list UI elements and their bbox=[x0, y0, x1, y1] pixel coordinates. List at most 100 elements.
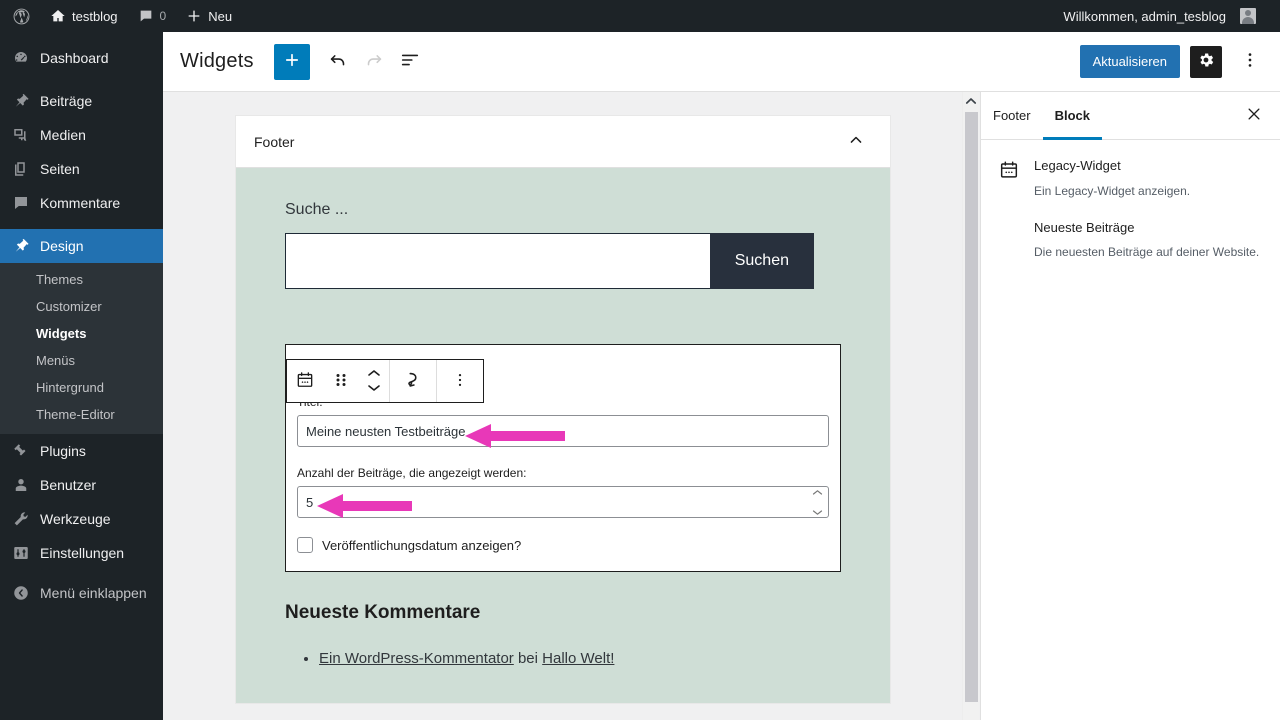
widget-area-collapse-button[interactable] bbox=[840, 124, 872, 159]
scrollbar-up-button[interactable] bbox=[963, 92, 979, 109]
plus-icon bbox=[282, 50, 302, 73]
admin-bar-my-account[interactable]: Willkommen, admin_tesblog bbox=[1053, 0, 1266, 32]
sidebar-submenu-appearance: Themes Customizer Widgets Menüs Hintergr… bbox=[0, 263, 163, 434]
block-mover bbox=[359, 360, 389, 402]
scrollbar-thumb[interactable] bbox=[965, 112, 978, 702]
appearance-brush-icon bbox=[11, 236, 31, 256]
comment-author-link[interactable]: Ein WordPress-Kommentator bbox=[319, 650, 514, 667]
sidebar-item-tools[interactable]: Werkzeuge bbox=[0, 502, 163, 536]
admin-bar-site-name[interactable]: testblog bbox=[40, 0, 128, 32]
swap-arrow-icon bbox=[402, 369, 424, 394]
block-options-button[interactable] bbox=[437, 360, 483, 402]
page-title: Widgets bbox=[180, 50, 254, 72]
sidebar-item-dashboard[interactable]: Dashboard bbox=[0, 41, 163, 75]
sidebar-item-settings[interactable]: Einstellungen bbox=[0, 536, 163, 570]
settings-sliders-icon bbox=[11, 543, 31, 563]
undo-arrow-icon bbox=[327, 49, 349, 74]
chevron-up-icon bbox=[846, 136, 866, 153]
sidebar-subitem-widgets[interactable]: Widgets bbox=[0, 320, 163, 347]
search-block-row: Suchen bbox=[285, 233, 814, 289]
wrench-icon bbox=[11, 509, 31, 529]
comment-bubble-icon bbox=[138, 8, 154, 24]
close-icon bbox=[1245, 105, 1263, 126]
list-view-button[interactable] bbox=[392, 44, 428, 80]
close-inspector-button[interactable] bbox=[1236, 92, 1272, 139]
comment-connector: bei bbox=[517, 650, 538, 667]
sidebar-item-plugins[interactable]: Plugins bbox=[0, 434, 163, 468]
legacy-widget-count-label: Anzahl der Beiträge, die angezeigt werde… bbox=[297, 466, 527, 480]
gear-icon bbox=[1197, 51, 1215, 72]
legacy-widget-calendar-icon bbox=[295, 370, 315, 393]
search-submit-button[interactable]: Suchen bbox=[709, 233, 814, 289]
recent-comments-block[interactable]: Neueste Kommentare Ein WordPress-Komment… bbox=[285, 602, 841, 671]
sidebar-item-plugins-label: Plugins bbox=[40, 443, 86, 459]
widget-area-footer: Footer Suche ... Suchen Meine neusten Te… bbox=[235, 115, 891, 704]
pin-icon bbox=[11, 91, 31, 111]
comment-post-link[interactable]: Hallo Welt! bbox=[542, 650, 614, 667]
sidebar-item-pages[interactable]: Seiten bbox=[0, 152, 163, 186]
inspector-block-name: Legacy-Widget bbox=[1034, 158, 1121, 173]
admin-bar-comments[interactable]: 0 bbox=[128, 0, 177, 32]
collapse-arrow-icon bbox=[11, 583, 31, 603]
sidebar-subitem-menus[interactable]: Menüs bbox=[0, 347, 163, 374]
sidebar-separator-1 bbox=[0, 75, 163, 84]
sidebar-subitem-background[interactable]: Hintergrund bbox=[0, 374, 163, 401]
tab-footer[interactable]: Footer bbox=[981, 93, 1043, 140]
admin-bar-new[interactable]: Neu bbox=[176, 0, 242, 32]
search-block[interactable]: Suche ... Suchen bbox=[236, 201, 890, 289]
inspector-tabs: Footer Block bbox=[981, 92, 1280, 140]
canvas-scrollbar[interactable] bbox=[962, 92, 979, 720]
sidebar-item-comments-label: Kommentare bbox=[40, 195, 121, 211]
list-item: Ein WordPress-Kommentator bei Hallo Welt… bbox=[319, 648, 841, 671]
tab-block[interactable]: Block bbox=[1042, 93, 1102, 140]
move-block-down-button[interactable] bbox=[367, 382, 381, 396]
widget-area-header[interactable]: Footer bbox=[236, 116, 890, 168]
inspector-widget-description: Die neuesten Beiträge auf deiner Website… bbox=[1034, 245, 1260, 259]
admin-bar: testblog 0 Neu Willkommen, admin_tesblog bbox=[0, 0, 1280, 32]
sidebar-collapse-menu-button[interactable]: Menü einklappen bbox=[0, 576, 163, 610]
redo-button[interactable] bbox=[356, 44, 392, 80]
sidebar-item-appearance-label: Design bbox=[40, 238, 84, 254]
sidebar-item-media[interactable]: Medien bbox=[0, 118, 163, 152]
sidebar-subitem-customizer[interactable]: Customizer bbox=[0, 293, 163, 320]
sidebar-item-pages-label: Seiten bbox=[40, 161, 80, 177]
sidebar-separator-2 bbox=[0, 220, 163, 229]
sidebar-item-posts[interactable]: Beiträge bbox=[0, 84, 163, 118]
settings-button[interactable] bbox=[1190, 45, 1222, 78]
sidebar-item-dashboard-label: Dashboard bbox=[40, 50, 109, 66]
block-drag-handle[interactable] bbox=[323, 360, 359, 402]
undo-button[interactable] bbox=[320, 44, 356, 80]
wordpress-logo-icon bbox=[12, 7, 31, 26]
more-vertical-icon bbox=[451, 371, 469, 392]
legacy-widget-count-input[interactable] bbox=[297, 486, 829, 518]
add-block-button[interactable] bbox=[273, 43, 310, 80]
more-options-button[interactable] bbox=[1232, 44, 1268, 80]
legacy-widget-title-input[interactable] bbox=[297, 415, 829, 447]
legacy-widget-show-date-checkbox[interactable] bbox=[297, 537, 313, 553]
sidebar-subitem-themes[interactable]: Themes bbox=[0, 266, 163, 293]
transform-block-button[interactable] bbox=[390, 360, 436, 402]
editor-header-actions: Aktualisieren bbox=[1079, 44, 1268, 80]
move-block-up-button[interactable] bbox=[367, 367, 381, 381]
avatar bbox=[1240, 8, 1256, 24]
media-icon bbox=[11, 125, 31, 145]
admin-bar-site-name-label: testblog bbox=[72, 8, 118, 24]
inspector-block-texts: Legacy-Widget Ein Legacy-Widget anzeigen… bbox=[1034, 156, 1264, 262]
editor-canvas: Footer Suche ... Suchen Meine neusten Te… bbox=[163, 92, 980, 720]
admin-bar-wp-logo[interactable] bbox=[0, 0, 40, 32]
legacy-widget-show-date-label: Veröffentlichungsdatum anzeigen? bbox=[322, 537, 522, 553]
update-button[interactable]: Aktualisieren bbox=[1079, 45, 1180, 78]
sidebar-subitem-theme-editor[interactable]: Theme-Editor bbox=[0, 401, 163, 428]
sidebar-item-users[interactable]: Benutzer bbox=[0, 468, 163, 502]
wordpress-widgets-screen: testblog 0 Neu Willkommen, admin_tesblog… bbox=[0, 0, 1280, 720]
legacy-widget-calendar-icon bbox=[997, 158, 1021, 182]
chevron-up-icon bbox=[367, 366, 381, 381]
list-view-icon bbox=[399, 49, 421, 74]
sidebar-item-appearance[interactable]: Design bbox=[0, 229, 171, 263]
block-toolbar-options-group bbox=[437, 360, 483, 402]
search-input[interactable] bbox=[285, 233, 710, 289]
sidebar-item-comments[interactable]: Kommentare bbox=[0, 186, 163, 220]
block-type-button[interactable] bbox=[287, 360, 323, 402]
inspector-sidebar: Footer Block Legacy-Widget Ein Legacy-Wi… bbox=[980, 92, 1280, 720]
recent-comments-title: Neueste Kommentare bbox=[285, 602, 481, 623]
